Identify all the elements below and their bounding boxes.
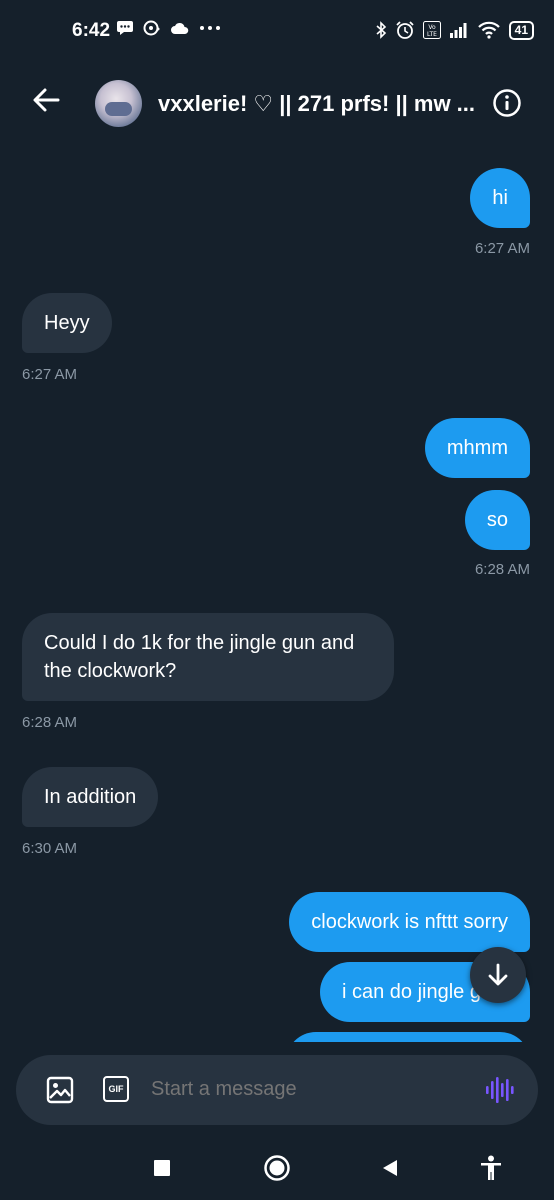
- arrow-left-icon[interactable]: [30, 84, 62, 116]
- system-nav-bar: [0, 1140, 554, 1200]
- message-incoming[interactable]: Heyy: [22, 293, 112, 353]
- message-outgoing[interactable]: mhmm: [424, 418, 530, 478]
- conversation-title[interactable]: vxxlerie! ♡ || 271 prfs! || mw ...: [158, 91, 488, 117]
- home-button[interactable]: [263, 1154, 291, 1182]
- svg-text:LTE: LTE: [427, 31, 437, 38]
- arrow-down-icon: [488, 963, 508, 986]
- recents-square-icon: [154, 1160, 170, 1176]
- info-icon[interactable]: [492, 88, 522, 118]
- timestamp: 6:28 AM: [22, 714, 78, 731]
- cloud-icon: [171, 22, 189, 34]
- conversation-header: vxxlerie! ♡ || 271 prfs! || mw ...: [0, 62, 554, 148]
- status-bar: 6:42 Vo LTE 41: [0, 0, 554, 62]
- svg-text:Vo: Vo: [428, 24, 436, 31]
- message-outgoing[interactable]: hi: [470, 168, 530, 228]
- volte-icon: VoLTE: [422, 21, 441, 39]
- chat-bubble-icon: [143, 20, 160, 36]
- message-outgoing[interactable]: so: [464, 490, 530, 550]
- gif-label: GIF: [108, 1084, 124, 1094]
- accessibility-button[interactable]: [477, 1154, 505, 1182]
- scroll-to-bottom-button[interactable]: [470, 947, 526, 1003]
- signal-icon: [449, 23, 467, 38]
- more-dots-icon: [200, 26, 220, 30]
- status-right-icons: Vo LTE 41: [375, 20, 534, 40]
- message-incoming[interactable]: In addition: [22, 767, 159, 827]
- timestamp: 6:28 AM: [474, 561, 530, 578]
- image-icon[interactable]: [46, 1076, 74, 1104]
- voice-waveform-icon[interactable]: [484, 1075, 514, 1105]
- message-outgoing[interactable]: clockwork is nfttt sorry: [289, 892, 530, 952]
- back-nav-button[interactable]: [376, 1154, 404, 1182]
- timestamp: 6:27 AM: [474, 240, 530, 257]
- message-input[interactable]: [149, 1077, 453, 1102]
- status-left-icons: [116, 20, 221, 36]
- message-icon: [117, 21, 133, 35]
- status-time: 6:42: [72, 20, 111, 41]
- timestamp: 6:27 AM: [22, 366, 78, 383]
- message-outgoing-partial[interactable]: [286, 1032, 530, 1042]
- wifi-icon: [477, 21, 500, 39]
- message-list[interactable]: hi 6:27 AM Heyy 6:27 AM mhmm so 6:28 AM …: [0, 148, 554, 1042]
- message-composer: GIF: [16, 1055, 538, 1125]
- home-circle-icon: [264, 1155, 290, 1181]
- bluetooth-icon: [376, 21, 386, 39]
- alarm-icon: [396, 21, 414, 39]
- message-incoming[interactable]: Could I do 1k for the jingle gun and the…: [22, 613, 394, 701]
- recents-button[interactable]: [148, 1154, 176, 1182]
- avatar[interactable]: [95, 80, 142, 127]
- accessibility-icon: [481, 1155, 501, 1180]
- battery-indicator: 41: [508, 20, 534, 40]
- gif-button[interactable]: GIF: [103, 1076, 129, 1102]
- back-triangle-icon: [383, 1160, 397, 1176]
- timestamp: 6:30 AM: [22, 840, 78, 857]
